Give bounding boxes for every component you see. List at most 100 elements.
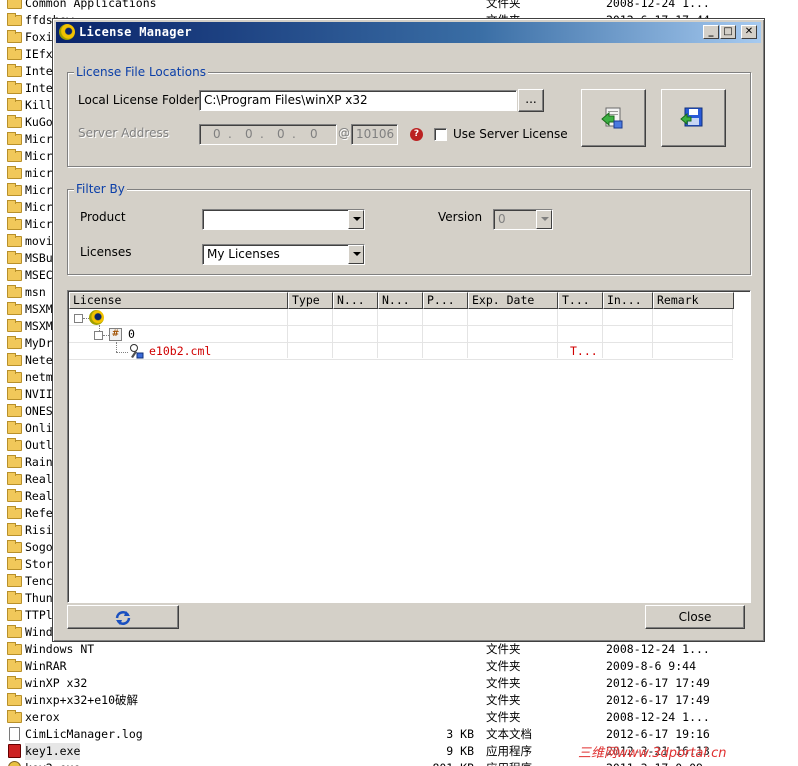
file-list-row[interactable]: CimLicManager.log 3 KB 文本文档 2012-6-17 19:16 [0,726,798,743]
file-size: 3 KB [446,727,474,741]
local-license-folder-input[interactable]: C:\Program Files\winXP x32 [199,90,517,111]
ip-octet-2: 0 [245,127,253,141]
column-header-type[interactable]: Type [288,292,333,309]
license-file-name[interactable]: e10b2.cml [149,344,211,359]
column-header-in[interactable]: In... [603,292,653,309]
file-date: 2008-12-24 1... [606,0,710,10]
column-header-p[interactable]: P... [423,292,468,309]
filter-by-group: Filter By [67,182,751,275]
folder-icon [7,489,22,502]
file-name: msn [25,285,46,299]
file-name: KuGo [25,115,53,129]
file-name: Rain [25,455,53,469]
folder-icon [7,217,22,230]
column-header-n1[interactable]: N... [333,292,378,309]
folder-icon [7,200,22,213]
file-name: Micr [25,183,53,197]
file-type: 文件夹 [486,642,521,656]
tree-collapse-toggle[interactable] [94,331,103,340]
column-header-remark[interactable]: Remark [653,292,734,309]
folder-icon [7,557,22,570]
column-divider [557,309,558,358]
folder-icon [7,625,22,638]
use-server-license-label: Use Server License [453,127,568,141]
maximize-button[interactable]: □ [720,25,736,39]
folder-icon [7,404,22,417]
folder-icon [7,336,22,349]
minimize-button[interactable]: _ [703,25,719,39]
file-name: key1.exe [25,743,81,760]
file-list-row[interactable]: winxp+x32+e10破解 文件夹 2012-6-17 17:49 [0,692,798,709]
file-name: Windows NT [25,642,95,656]
version-select: 0 [493,209,553,230]
file-list-row[interactable]: winXP x32 文件夹 2012-6-17 17:49 [0,675,798,692]
column-divider [467,309,468,358]
license-list[interactable]: License Type N... N... P... Exp. Date T.… [67,290,751,603]
file-size: 801 KB [380,760,474,766]
file-date: 2009-8-6 9:44 [606,659,697,673]
column-divider [287,309,288,358]
column-divider [602,309,603,358]
file-name: Onli [25,421,53,435]
folder-icon [7,64,22,77]
chevron-down-icon [536,210,552,229]
at-sign: @ [338,126,350,140]
version-select-value: 0 [498,212,506,226]
column-header-t[interactable]: T... [558,292,603,309]
file-name: Foxi [25,30,53,44]
exe-icon [8,744,21,758]
title-bar[interactable]: License Manager _ □ ✕ [56,22,761,43]
file-type: 文件夹 [486,659,521,673]
file-type: 文件夹 [486,676,521,690]
folder-icon [7,353,22,366]
file-name: netm [25,370,53,384]
import-license-button[interactable] [581,89,646,147]
folder-icon [7,676,22,689]
folder-icon [7,540,22,553]
local-license-folder-label: Local License Folder [78,93,200,107]
use-server-license-checkbox[interactable] [434,128,447,141]
file-date: 2008-12-24 1... [606,642,710,656]
save-license-button[interactable] [661,89,726,147]
folder-icon [7,438,22,451]
folder-icon [7,268,22,281]
tree-node-label[interactable]: 0 [128,327,135,342]
licenses-select[interactable]: My Licenses [202,244,365,265]
file-name: NVII [25,387,53,401]
tree-collapse-toggle[interactable] [74,314,83,323]
folder-icon [7,319,22,332]
close-window-button[interactable]: ✕ [741,25,757,39]
product-label: Product [80,210,126,224]
file-name: CimLicManager.log [25,727,143,741]
close-button[interactable]: Close [645,605,745,629]
column-divider [422,309,423,358]
refresh-button[interactable] [67,605,179,629]
licenses-select-value: My Licenses [207,247,280,261]
folder-icon [7,693,22,706]
column-divider [377,309,378,358]
server-ip-input: 0 . 0 . 0 . 0 [199,124,337,145]
row-divider [69,325,733,326]
folder-icon [7,523,22,536]
browse-folder-button[interactable]: ... [518,89,544,112]
product-select[interactable] [202,209,365,230]
file-list-row[interactable]: Common Applications 文件夹 2008-12-24 1... [0,0,798,12]
file-list-row[interactable]: xerox 文件夹 2008-12-24 1... [0,709,798,726]
exe2-icon [8,761,21,766]
file-name: Micr [25,217,53,231]
folder-icon [7,659,22,672]
folder-icon [7,642,22,655]
column-header-n2[interactable]: N... [378,292,423,309]
column-header-license[interactable]: License [69,292,288,309]
ip-dot: . [228,127,232,141]
help-icon[interactable]: ? [410,128,423,141]
file-type: 文件夹 [486,710,521,724]
chevron-down-icon[interactable] [348,210,364,229]
file-name: TTPl [25,608,53,622]
file-list-row[interactable]: WinRAR 文件夹 2009-8-6 9:44 [0,658,798,675]
chevron-down-icon[interactable] [348,245,364,264]
licenses-label: Licenses [80,245,132,259]
file-list-row[interactable]: Windows NT 文件夹 2008-12-24 1... [0,641,798,658]
folder-icon [7,302,22,315]
column-header-exp-date[interactable]: Exp. Date [468,292,558,309]
